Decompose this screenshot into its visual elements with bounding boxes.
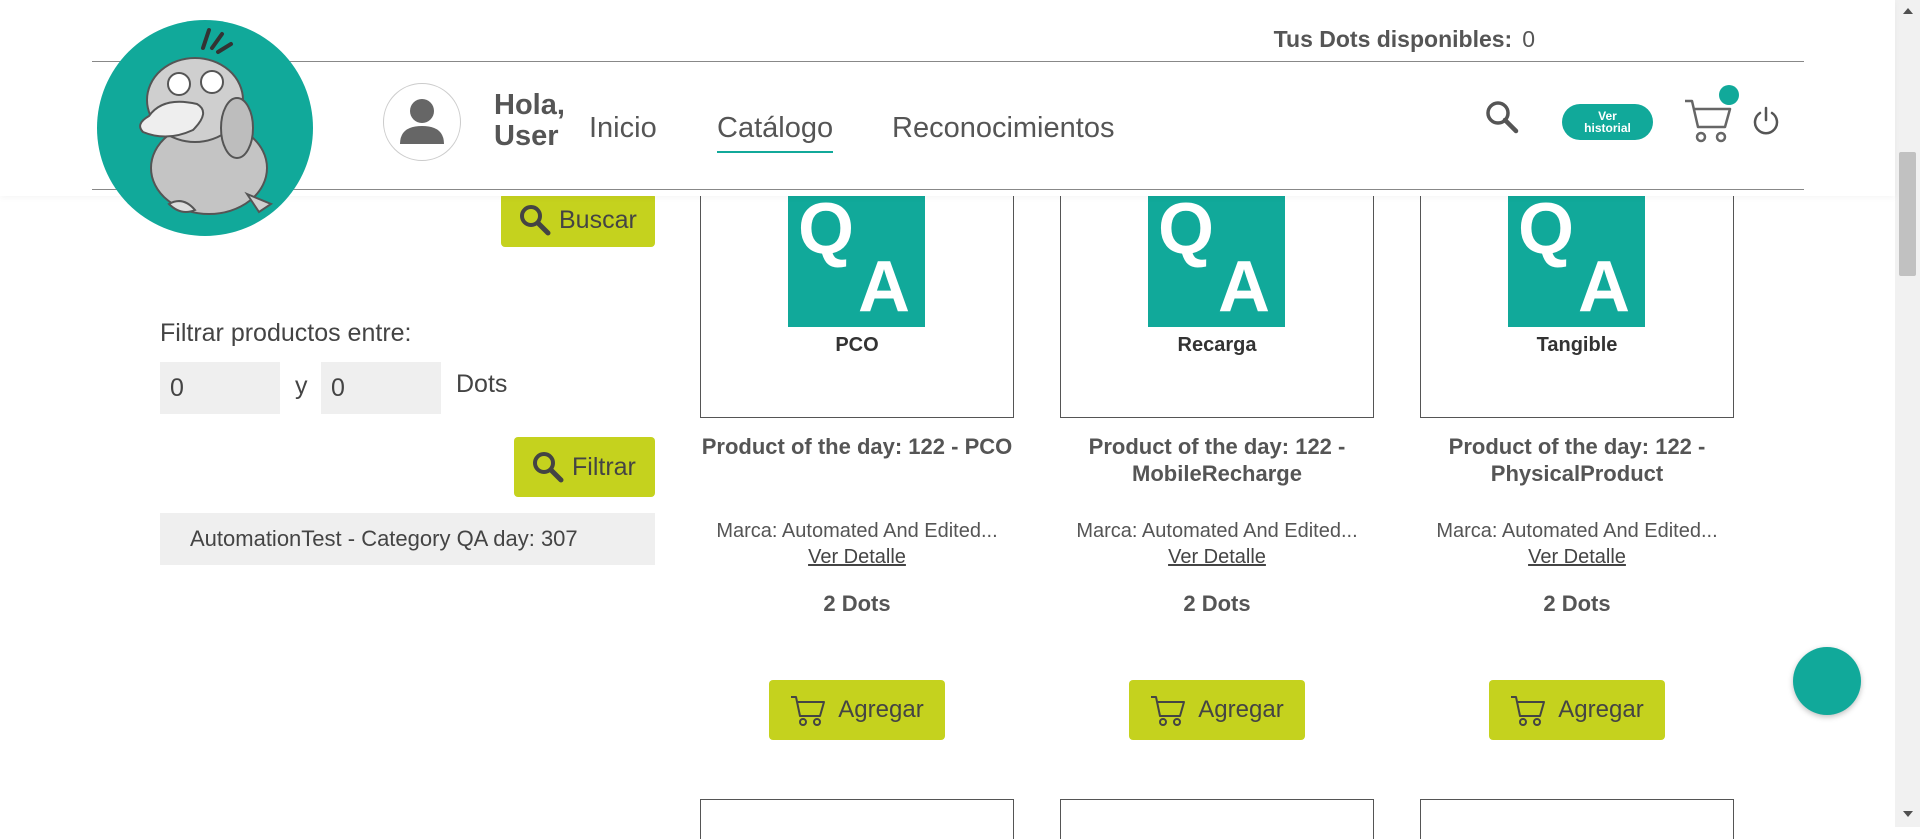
dots-balance: Tus Dots disponibles: 0 (1274, 26, 1535, 53)
max-dots-input[interactable] (321, 362, 441, 414)
scrollbar-thumb[interactable] (1899, 152, 1916, 276)
duck-mascot-icon (139, 28, 274, 215)
search-icon[interactable] (1485, 100, 1519, 134)
product-title-line2: MobileRecharge (1132, 461, 1302, 486)
product-image[interactable]: Q A (788, 196, 925, 327)
header-top-divider (92, 61, 1804, 62)
user-silhouette-icon (400, 99, 444, 144)
qa-image-letter-a: A (1578, 247, 1630, 327)
product-card-partial[interactable] (1420, 799, 1734, 839)
nav-reconocimientos[interactable]: Reconocimientos (892, 112, 1114, 145)
category-item[interactable]: AutomationTest - Category QA day: 307 (160, 513, 655, 565)
search-icon (520, 205, 551, 236)
qa-image-letter-q: Q (1518, 196, 1575, 269)
product-price: 2 Dots (1543, 591, 1611, 616)
qa-image-letter-q: Q (1158, 196, 1215, 269)
brand-logo[interactable] (97, 20, 313, 236)
product-title: Product of the day: 122 - MobileRecharge (1047, 433, 1387, 487)
cart-icon (1511, 696, 1546, 726)
product-title-line1: Product of the day: 122 - (1448, 434, 1706, 459)
dots-balance-value: 0 (1522, 26, 1535, 52)
header-bottom-divider (92, 189, 1804, 190)
cart-icon (791, 696, 826, 726)
product-image[interactable]: Q A (1148, 196, 1285, 327)
product-price: 2 Dots (823, 591, 891, 616)
add-button-label: Agregar (1198, 696, 1284, 723)
product-card-partial[interactable] (1060, 799, 1374, 839)
add-button-label: Agregar (838, 696, 924, 723)
qa-image-letter-a: A (1218, 247, 1270, 327)
product-type: Tangible (1536, 334, 1618, 356)
page-scrollbar[interactable] (1895, 0, 1920, 827)
product-title-line1: Product of the day: 122 - PCO (701, 434, 1013, 459)
product-detail-link[interactable]: Ver Detalle (687, 546, 1027, 569)
min-dots-input[interactable] (160, 362, 280, 414)
search-icon (533, 452, 564, 483)
add-to-cart-button[interactable]: Agregar (1489, 680, 1665, 740)
historial-label-line2: historial (1584, 121, 1631, 135)
ver-historial-button[interactable]: Ver historial (1562, 104, 1653, 140)
filter-button[interactable]: Filtrar (514, 437, 655, 497)
qa-image-letter-q: Q (798, 196, 855, 269)
product-detail-link[interactable]: Ver Detalle (1407, 546, 1747, 569)
add-to-cart-button[interactable]: Agregar (769, 680, 945, 740)
qa-image-letter-a: A (858, 247, 910, 327)
search-button-label: Buscar (559, 205, 637, 234)
cart-badge (1719, 85, 1739, 105)
product-brand: Marca: Automated And Edited... (716, 520, 998, 542)
greeting: Hola, User (494, 90, 565, 152)
greeting-hello: Hola, (494, 89, 565, 121)
product-type: PCO (835, 334, 879, 356)
cart-icon (1151, 696, 1186, 726)
product-title-line2: PhysicalProduct (1490, 461, 1664, 486)
product-price: 2 Dots (1183, 591, 1251, 616)
add-button-label: Agregar (1558, 696, 1644, 723)
chat-fab-button[interactable] (1793, 647, 1861, 715)
nav-inicio[interactable]: Inicio (589, 112, 657, 145)
product-brand: Marca: Automated And Edited... (1076, 520, 1358, 542)
power-icon[interactable] (1750, 105, 1782, 137)
add-to-cart-button[interactable]: Agregar (1129, 680, 1305, 740)
scroll-down-arrow-icon[interactable] (1903, 811, 1913, 817)
scroll-up-arrow-icon[interactable] (1903, 8, 1913, 14)
product-title: Product of the day: 122 - PhysicalProduc… (1407, 433, 1747, 487)
product-title: Product of the day: 122 - PCO (687, 433, 1027, 460)
nav-catalogo[interactable]: Catálogo (717, 112, 834, 153)
product-detail-link[interactable]: Ver Detalle (1047, 546, 1387, 569)
dots-unit-label: Dots (456, 370, 508, 398)
product-card-partial[interactable] (700, 799, 1014, 839)
product-image[interactable]: Q A (1508, 196, 1645, 327)
filter-button-label: Filtrar (572, 452, 636, 481)
between-word: y (295, 372, 308, 400)
product-title-line1: Product of the day: 122 - (1088, 434, 1346, 459)
product-type: Recarga (1177, 334, 1257, 356)
product-brand: Marca: Automated And Edited... (1436, 520, 1718, 542)
search-button[interactable]: Buscar (501, 193, 655, 247)
filter-label: Filtrar productos entre: (160, 319, 412, 347)
user-avatar[interactable] (383, 83, 461, 161)
dots-balance-label: Tus Dots disponibles: (1273, 26, 1513, 52)
greeting-user: User (494, 120, 559, 152)
